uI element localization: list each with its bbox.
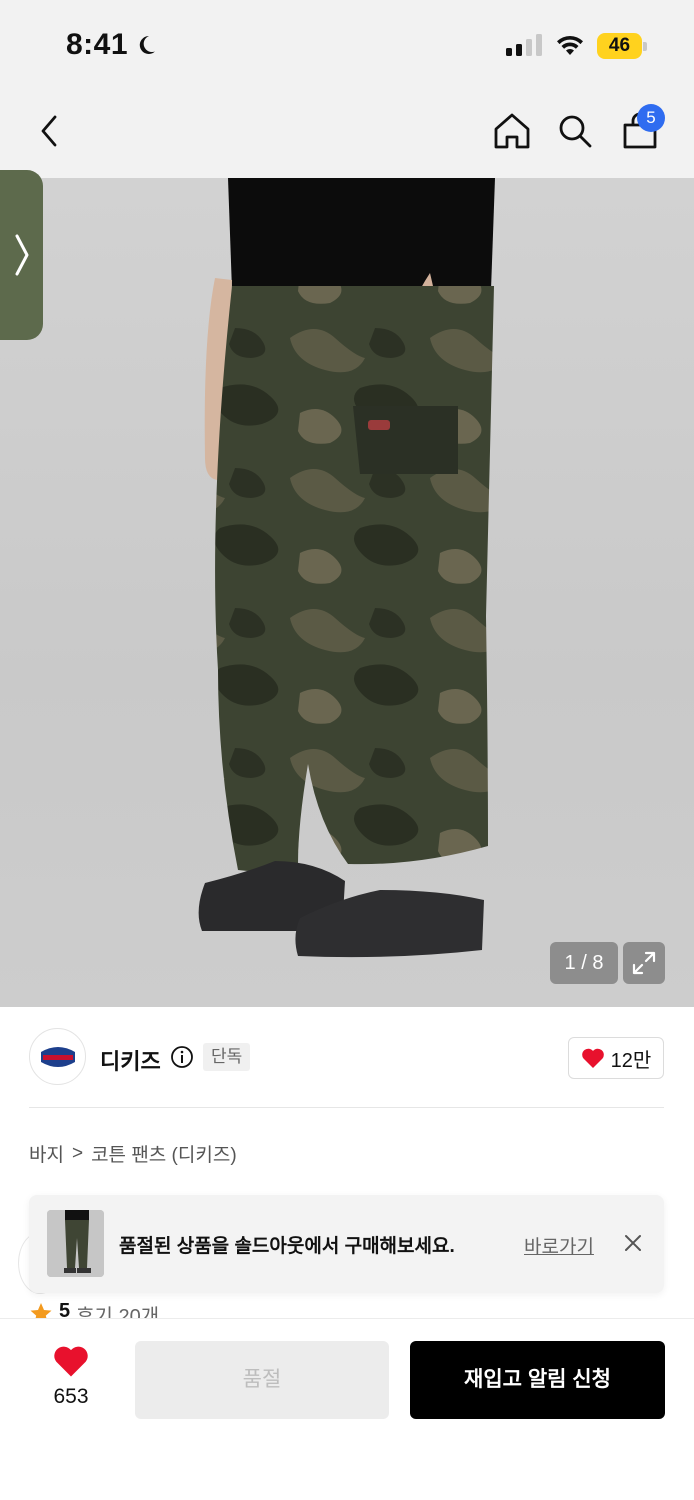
close-icon[interactable] <box>622 1232 644 1254</box>
chevron-left-icon <box>41 115 57 147</box>
search-button[interactable] <box>553 109 597 153</box>
toast-product-thumbnail <box>47 1210 104 1277</box>
home-button[interactable] <box>490 109 534 153</box>
breadcrumb-separator: > <box>71 1142 84 1164</box>
status-time: 8:41 <box>66 28 158 62</box>
info-icon[interactable] <box>170 1045 194 1069</box>
dickies-logo-icon <box>40 1046 75 1067</box>
brand-row: 디키즈 단독 12만 <box>0 1028 694 1088</box>
heart-icon <box>54 1346 88 1377</box>
rating-row: 5 후기 20개 <box>29 1300 159 1320</box>
home-icon <box>494 113 530 149</box>
side-drawer-handle[interactable] <box>0 170 43 340</box>
search-icon <box>559 115 592 148</box>
toast-message: 품절된 상품을 솔드아웃에서 구매해보세요. <box>119 1236 455 1257</box>
nav-bar <box>0 95 694 178</box>
review-count[interactable]: 후기 20개 <box>76 1300 159 1320</box>
heart-icon <box>581 1048 604 1068</box>
signal-icon <box>506 34 542 56</box>
divider <box>29 1107 664 1108</box>
cart-count-badge: 5 <box>637 104 665 132</box>
bottom-action-bar: 653 품절 재입고 알림 신청 <box>0 1318 694 1500</box>
product-photo <box>198 178 495 958</box>
product-image[interactable] <box>0 178 694 1007</box>
restock-alert-button[interactable]: 재입고 알림 신청 <box>410 1341 665 1419</box>
chevron-right-icon <box>15 234 28 276</box>
back-button[interactable] <box>28 109 72 153</box>
soldout-toast: 품절된 상품을 솔드아웃에서 구매해보세요. 바로가기 <box>29 1195 664 1293</box>
battery-level: 46 <box>597 33 642 59</box>
brand-logo[interactable] <box>29 1028 86 1085</box>
soldout-button[interactable]: 품절 <box>135 1341 389 1419</box>
wifi-icon <box>557 35 583 55</box>
breadcrumb-subcategory[interactable]: 코튼 팬츠 (디키즈) <box>91 1140 237 1167</box>
moon-icon <box>139 35 156 54</box>
breadcrumb: 바지 > 코튼 팬츠 (디키즈) <box>29 1140 237 1167</box>
toast-go-link[interactable]: 바로가기 <box>524 1232 594 1259</box>
image-counter: 1 / 8 <box>550 942 618 984</box>
rating-score: 5 <box>59 1300 71 1320</box>
expand-icon <box>632 951 656 975</box>
exclusive-badge: 단독 <box>203 1043 251 1071</box>
breadcrumb-category[interactable]: 바지 <box>29 1140 64 1167</box>
expand-image-button[interactable] <box>623 942 665 984</box>
battery-icon: 46 <box>597 33 647 59</box>
brand-name[interactable]: 디키즈 <box>100 1044 161 1076</box>
status-bar: 8:41 46 <box>0 0 694 95</box>
status-time-text: 8:41 <box>66 28 129 61</box>
wishlist-count: 653 <box>53 1385 89 1408</box>
brand-like-count: 12만 <box>610 1049 652 1072</box>
brand-like-button[interactable]: 12만 <box>568 1037 664 1079</box>
wishlist-button[interactable]: 653 <box>40 1344 102 1409</box>
